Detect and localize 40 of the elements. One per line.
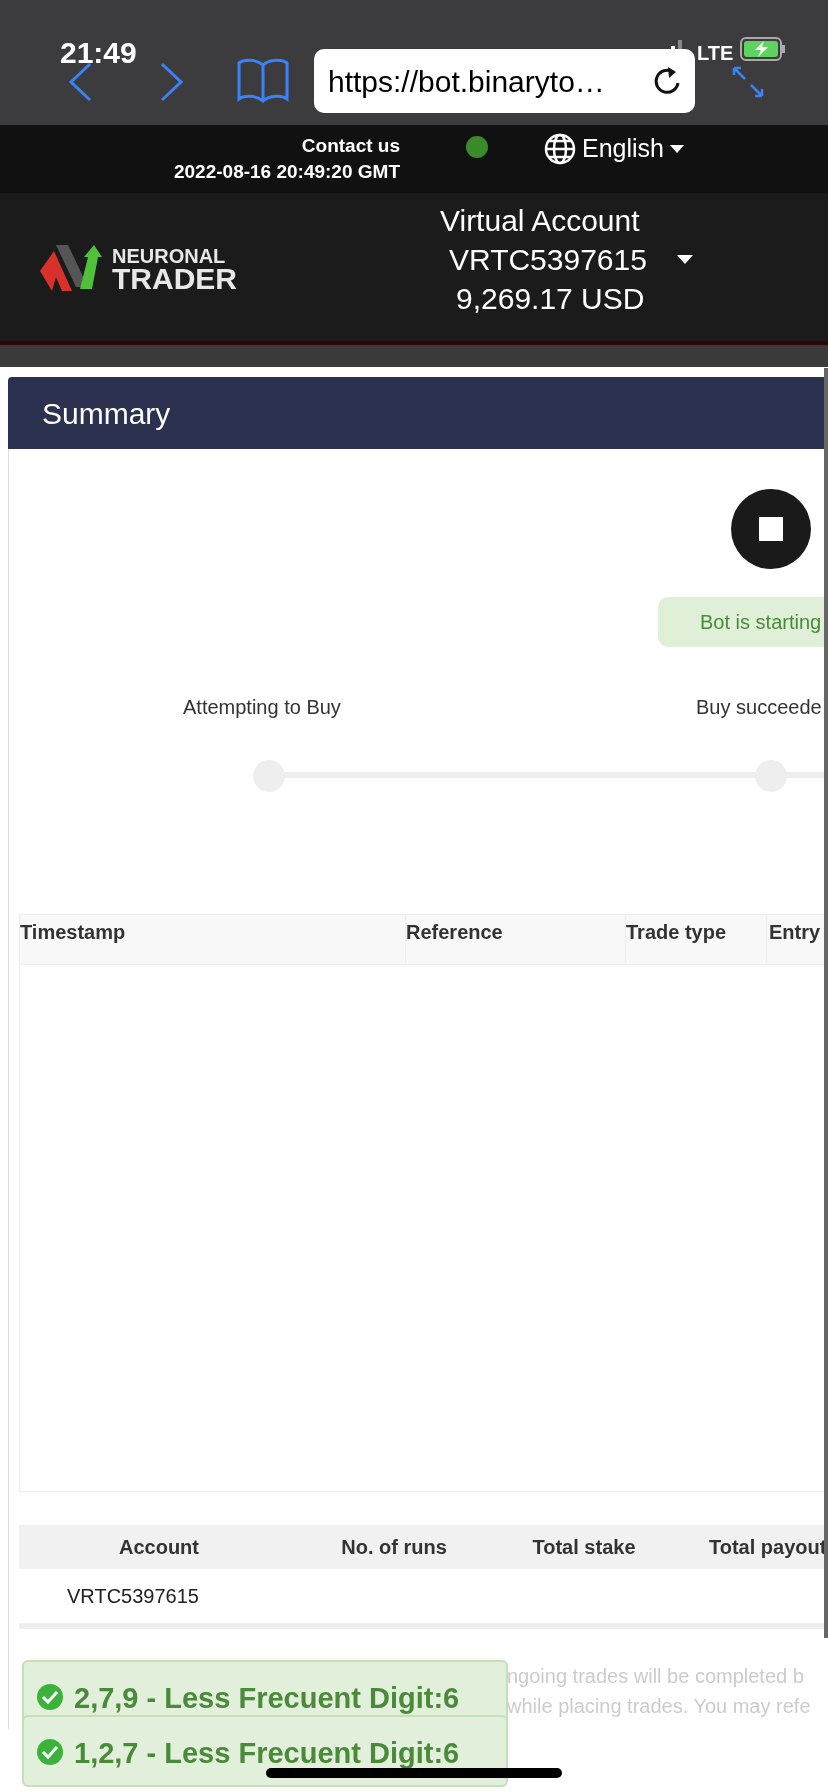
reload-icon[interactable]: [653, 66, 681, 96]
column-header: Account: [118, 1535, 200, 1560]
caret-icon: [676, 255, 693, 264]
server-time: 2022-08-16 20:49:20 GMT: [174, 160, 400, 184]
notification-text: 1,2,7 - Less Frecuent Digit:6: [74, 1739, 460, 1767]
network-label: LTE: [697, 41, 734, 66]
column-header: No. of runs: [340, 1535, 448, 1560]
stop-icon: [759, 517, 783, 541]
column-header: Total payout: [708, 1535, 827, 1560]
chevron-right-icon: [160, 62, 184, 102]
neuronal-trader-logo: NEURONAL TRADER: [40, 243, 242, 291]
column-header: Total stake: [531, 1535, 637, 1560]
battery-icon: [740, 37, 786, 61]
caret-icon: [670, 145, 684, 153]
book-icon: [236, 57, 290, 103]
table-cell-text: VRTC5397615: [67, 1584, 199, 1609]
forward-button[interactable]: [160, 62, 184, 102]
url-text: https://bot.binaryto…: [328, 63, 606, 100]
back-button[interactable]: [68, 62, 92, 102]
account-balance: 9,269.17 USD: [456, 281, 645, 317]
account-type: Virtual Account: [440, 203, 640, 239]
globe-icon: [544, 133, 576, 165]
notification-text: 2,7,9 - Less Frecuent Digit:6: [74, 1684, 460, 1712]
status-time: 21:49: [60, 35, 137, 71]
expand-icon[interactable]: [731, 65, 765, 99]
check-icon: [36, 1738, 64, 1766]
contact-link[interactable]: Contact us: [301, 133, 400, 159]
bookmarks-button[interactable]: [236, 57, 290, 103]
summary-title: Summary: [42, 395, 171, 432]
column-header: Reference: [406, 915, 626, 964]
address-bar[interactable]: https://bot.binaryto…: [314, 49, 695, 113]
step-label: Attempting to Buy: [183, 695, 342, 720]
account-selector[interactable]: VRTC5397615: [449, 240, 693, 279]
column-header: Trade type: [626, 915, 767, 964]
language-selector[interactable]: English: [544, 130, 684, 168]
column-header: Entry: [768, 920, 821, 945]
check-icon: [36, 1683, 64, 1711]
column-header: Timestamp: [20, 915, 406, 964]
chevron-left-icon: [68, 62, 92, 102]
step-label: Buy succeede: [696, 695, 822, 720]
